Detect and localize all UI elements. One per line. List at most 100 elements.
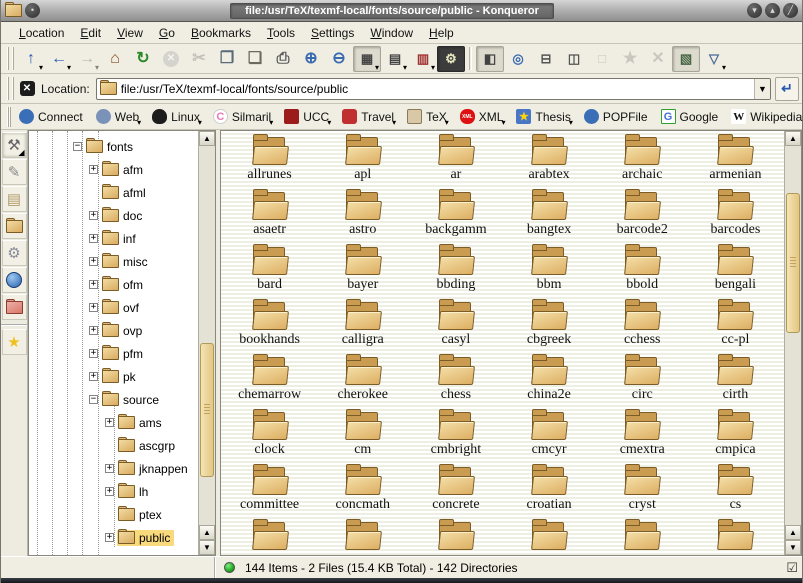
menu-settings[interactable]: Settings (303, 24, 362, 42)
toolbar-handle[interactable] (7, 107, 11, 127)
view-scrollbar[interactable]: ▲ ▲ ▼ (784, 131, 801, 555)
tree-item-doc[interactable]: +doc (29, 204, 198, 227)
show-sidebar-button[interactable]: ◧ (476, 46, 504, 72)
folder-cmpica[interactable]: cmpica (689, 412, 782, 467)
sidebar-tab-network[interactable] (2, 267, 27, 293)
expand-icon[interactable]: + (89, 234, 98, 243)
menu-tools[interactable]: Tools (259, 24, 303, 42)
expand-icon[interactable]: + (89, 211, 98, 220)
folder-bookhands[interactable]: bookhands (223, 302, 316, 357)
scroll-up-button[interactable]: ▲ (785, 525, 801, 540)
sidebar-tab-sidebar-config[interactable]: ⚒◢ (2, 132, 27, 158)
folder-partial[interactable] (223, 522, 316, 555)
copy-button[interactable]: ❐ (213, 46, 241, 72)
toolbar-handle[interactable] (7, 47, 14, 70)
home-button[interactable]: ⌂ (101, 46, 129, 72)
expand-icon[interactable]: + (105, 464, 114, 473)
folder-bayer[interactable]: bayer (316, 247, 409, 302)
folder-archaic[interactable]: archaic (596, 137, 689, 192)
folder-astro[interactable]: astro (316, 192, 409, 247)
bookmark-google[interactable]: GGoogle (657, 107, 726, 126)
bookmark-linux[interactable]: Linux▾ (148, 107, 207, 126)
scrollbar-thumb[interactable] (200, 343, 214, 477)
folder-chess[interactable]: chess (409, 357, 502, 412)
folder-croatian[interactable]: croatian (502, 467, 595, 522)
sidebar-tab-bookmarks[interactable]: ★ (2, 329, 27, 355)
new-tab-button[interactable]: ★ (616, 46, 644, 72)
icon-view-button[interactable]: ▦▾ (353, 46, 381, 72)
folder-ar[interactable]: ar (409, 137, 502, 192)
tree-item-pfm[interactable]: +pfm (29, 342, 198, 365)
bookmark-tex[interactable]: TeX▾ (403, 107, 454, 126)
sidebar-tab-home-folder[interactable] (2, 213, 27, 239)
folder-cbgreek[interactable]: cbgreek (502, 302, 595, 357)
go-button[interactable]: ↵ (775, 77, 799, 101)
folder-bangtex[interactable]: bangtex (502, 192, 595, 247)
folder-cryst[interactable]: cryst (596, 467, 689, 522)
folder-armenian[interactable]: armenian (689, 137, 782, 192)
tree-item-ovp[interactable]: +ovp (29, 319, 198, 342)
folder-bard[interactable]: bard (223, 247, 316, 302)
folder-bbding[interactable]: bbding (409, 247, 502, 302)
print-button[interactable]: ⎙ (269, 46, 297, 72)
folder-chemarrow[interactable]: chemarrow (223, 357, 316, 412)
folder-partial[interactable] (689, 522, 782, 555)
scroll-up-button[interactable]: ▲ (199, 525, 215, 540)
tree-item-public[interactable]: +public (29, 526, 198, 549)
expand-icon[interactable]: + (89, 257, 98, 266)
scroll-down-button[interactable]: ▼ (785, 540, 801, 555)
close-button[interactable]: ╱ (783, 3, 798, 18)
folder-cmextra[interactable]: cmextra (596, 412, 689, 467)
tree-item-inf[interactable]: +inf (29, 227, 198, 250)
tree-item-ams[interactable]: +ams (29, 411, 198, 434)
folder-partial[interactable] (596, 522, 689, 555)
minimize-button[interactable]: ▾ (747, 3, 762, 18)
expand-icon[interactable]: + (105, 533, 114, 542)
close-tab-button[interactable]: ✕ (644, 46, 672, 72)
folder-allrunes[interactable]: allrunes (223, 137, 316, 192)
bookmark-wikipedia[interactable]: WWikipedia (727, 107, 803, 126)
toolbar-handle[interactable] (7, 77, 14, 100)
tree-item-ascgrp[interactable]: ascgrp (29, 434, 198, 457)
sidebar-tab-pen[interactable]: ✎ (2, 159, 27, 185)
stop-button[interactable]: ✕ (157, 46, 185, 72)
folder-partial[interactable] (316, 522, 409, 555)
scroll-up-button[interactable]: ▲ (785, 131, 801, 146)
menu-window[interactable]: Window (362, 24, 421, 42)
folder-apl[interactable]: apl (316, 137, 409, 192)
tree-item-fonts[interactable]: −fonts (29, 135, 198, 158)
menu-edit[interactable]: Edit (72, 24, 109, 42)
folder-cirth[interactable]: cirth (689, 357, 782, 412)
tree-item-afml[interactable]: afml (29, 181, 198, 204)
expand-icon[interactable]: + (105, 487, 114, 496)
tree-item-lh[interactable]: +lh (29, 480, 198, 503)
folder-cmbright[interactable]: cmbright (409, 412, 502, 467)
tree-item-jknappen[interactable]: +jknappen (29, 457, 198, 480)
folder-casyl[interactable]: casyl (409, 302, 502, 357)
folder-partial[interactable] (409, 522, 502, 555)
folder-cchess[interactable]: cchess (596, 302, 689, 357)
menu-bookmarks[interactable]: Bookmarks (183, 24, 259, 42)
tree-scrollbar[interactable]: ▲ ▲ ▼ (198, 131, 215, 555)
bookmark-ucc[interactable]: UCC▾ (280, 107, 336, 126)
folder-cm[interactable]: cm (316, 412, 409, 467)
folder-backgamm[interactable]: backgamm (409, 192, 502, 247)
title-bar[interactable]: • file:/usr/TeX/texmf-local/fonts/source… (1, 0, 802, 22)
konqueror-gear-button[interactable]: ⚙ (437, 46, 465, 72)
folder-barcode2[interactable]: barcode2 (596, 192, 689, 247)
expand-icon[interactable]: + (89, 280, 98, 289)
bookmark-xml[interactable]: XMLXML▾ (456, 107, 511, 126)
folder-bbold[interactable]: bbold (596, 247, 689, 302)
folder-arabtex[interactable]: arabtex (502, 137, 595, 192)
collapse-icon[interactable]: − (89, 395, 98, 404)
folder-clock[interactable]: clock (223, 412, 316, 467)
tree-item-ofm[interactable]: +ofm (29, 273, 198, 296)
tree-item-ptex[interactable]: ptex (29, 503, 198, 526)
folder-circ[interactable]: circ (596, 357, 689, 412)
zoom-in-button[interactable]: ⊕ (297, 46, 325, 72)
menu-help[interactable]: Help (421, 24, 462, 42)
paste-button[interactable]: ❏ (241, 46, 269, 72)
folder-cs[interactable]: cs (689, 467, 782, 522)
menu-location[interactable]: Location (11, 24, 72, 42)
clear-location-button[interactable]: ✕ (17, 79, 37, 99)
